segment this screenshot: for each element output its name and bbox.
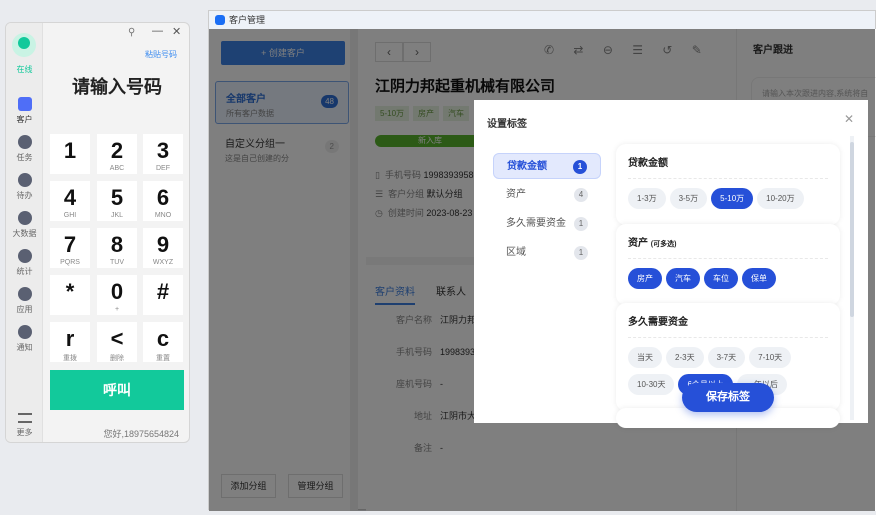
sidebar-item-4[interactable]: 统计 <box>6 249 43 277</box>
key-0[interactable]: 1 <box>50 134 90 174</box>
close-button[interactable]: ✕ <box>172 25 181 38</box>
sidebar-more[interactable]: 更多 <box>6 413 43 438</box>
minimize-button[interactable]: — <box>152 25 163 37</box>
customers-icon <box>17 97 32 111</box>
key-3[interactable]: 4 GHI <box>50 181 90 221</box>
key-4[interactable]: 5 JKL <box>97 181 137 221</box>
tag-option[interactable]: 2-3天 <box>666 347 704 368</box>
dialog-title: 设置标签 <box>487 119 527 130</box>
pin-icon[interactable]: ⚲ <box>128 27 135 38</box>
tag-option[interactable]: 车位 <box>704 268 738 289</box>
paste-number-link[interactable]: 粘贴号码 <box>145 49 177 60</box>
tag-option[interactable]: 汽车 <box>666 268 700 289</box>
count-badge: 1 <box>574 246 588 260</box>
dialer-sidebar: 在线 客户任务待办大数据统计应用通知 更多 <box>6 23 43 442</box>
location-icon <box>17 211 32 225</box>
tag-category-3[interactable]: 区域 1 <box>493 240 601 266</box>
sidebar-item-1[interactable]: 任务 <box>6 135 43 163</box>
menu-icon <box>17 413 32 423</box>
call-button[interactable]: 呼叫 <box>50 370 184 410</box>
sidebar-item-6[interactable]: 通知 <box>6 325 43 353</box>
sidebar-item-0[interactable]: 客户 <box>6 97 43 125</box>
key-9[interactable]: * <box>50 275 90 315</box>
sidebar-item-5[interactable]: 应用 <box>6 287 43 315</box>
key-2[interactable]: 3 DEF <box>143 134 183 174</box>
tag-option[interactable]: 5-10万 <box>711 188 754 209</box>
key-1[interactable]: 2 ABC <box>97 134 137 174</box>
status-online: 在线 <box>16 65 33 74</box>
tag-option[interactable]: 1-3万 <box>628 188 666 209</box>
count-badge: 1 <box>573 160 587 174</box>
task-icon <box>17 135 32 149</box>
stats-icon <box>17 249 32 263</box>
tag-option[interactable]: 房产 <box>628 268 662 289</box>
apps-icon <box>17 287 32 301</box>
save-tags-button[interactable]: 保存标签 <box>682 383 774 412</box>
dialer-title: 请输入号码 <box>72 77 162 97</box>
sidebar-item-3[interactable]: 大数据 <box>6 211 43 239</box>
bell-icon <box>17 325 32 339</box>
tag-section-0: 贷款金额 1-3万 3-5万 5-10万 10-20万 <box>616 144 840 225</box>
tag-option[interactable]: 保单 <box>742 268 776 289</box>
tag-category-1[interactable]: 资产 4 <box>493 182 601 208</box>
key-7[interactable]: 8 TUV <box>97 228 137 268</box>
tag-option[interactable]: 7-10天 <box>749 347 792 368</box>
greeting-text: 您好,18975654824 <box>103 429 179 439</box>
key-6[interactable]: 7 PQRS <box>50 228 90 268</box>
tag-option[interactable]: 3-7天 <box>707 347 746 368</box>
key-13[interactable]: < 删除 <box>97 322 137 362</box>
tag-section-1: 资产 (可多选) 房产 汽车 车位 保单 <box>616 224 840 305</box>
key-14[interactable]: c 重置 <box>143 322 183 362</box>
scrollbar[interactable] <box>850 136 854 420</box>
tag-category-2[interactable]: 多久需要资金 1 <box>493 211 601 237</box>
app-icon <box>215 15 225 25</box>
key-11[interactable]: # <box>143 275 183 315</box>
key-5[interactable]: 6 MNO <box>143 181 183 221</box>
sidebar-item-2[interactable]: 待办 <box>6 173 43 201</box>
todo-icon <box>17 173 32 187</box>
count-badge: 4 <box>574 188 588 202</box>
tag-option[interactable]: 3-5万 <box>669 188 708 209</box>
tag-category-0[interactable]: 贷款金额 1 <box>493 153 601 179</box>
avatar[interactable] <box>12 33 36 57</box>
title-bar: 客户管理 <box>209 11 875 29</box>
key-8[interactable]: 9 WXYZ <box>143 228 183 268</box>
key-12[interactable]: r 重拨 <box>50 322 90 362</box>
key-10[interactable]: 0 + <box>97 275 137 315</box>
count-badge: 1 <box>574 217 588 231</box>
set-tags-dialog: 设置标签 ✕ 贷款金额 1 资产 4 多久需要资金 1 区域 1 贷款金额 1-3万 3-5万 5… <box>474 100 868 428</box>
dialer-window: 在线 客户任务待办大数据统计应用通知 更多 ⚲ — ✕ 粘贴号码 请输入号码 1… <box>5 22 190 443</box>
tag-option[interactable]: 10-20万 <box>757 188 804 209</box>
tag-option[interactable]: 10-30天 <box>628 374 675 395</box>
tag-option[interactable]: 当天 <box>628 347 662 368</box>
close-icon[interactable]: ✕ <box>844 112 854 126</box>
